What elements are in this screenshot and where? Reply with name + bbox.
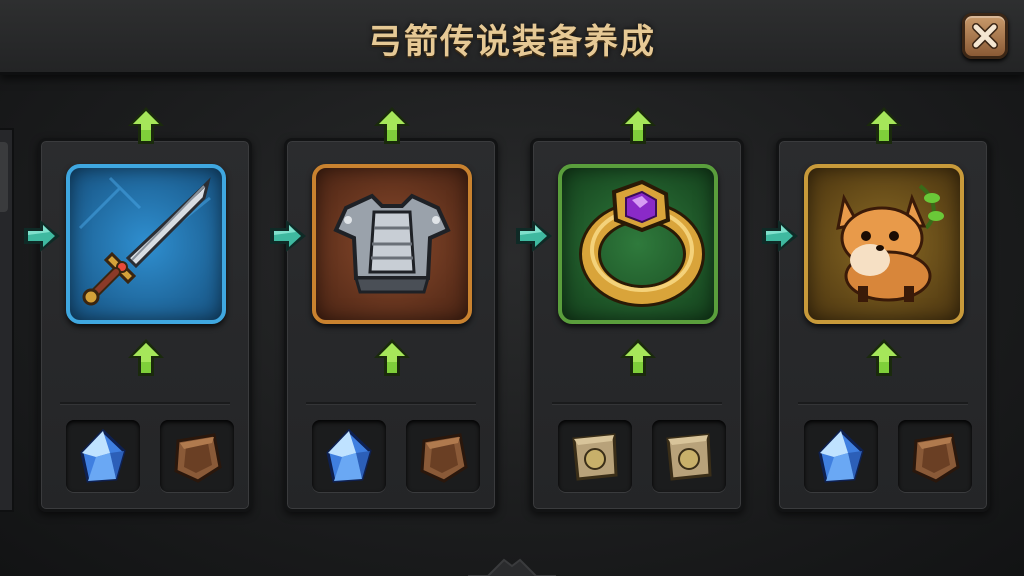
blue-crystal-icon <box>818 428 864 483</box>
next-arrow-icon <box>270 220 306 252</box>
upgrade-arrow-icon <box>620 107 656 144</box>
armor-icon <box>333 193 451 294</box>
armor-slot[interactable] <box>312 164 472 324</box>
tan-scroll-icon <box>572 433 618 481</box>
blue-crystal-icon <box>326 428 372 483</box>
upgrade-arrow-icon <box>866 107 902 144</box>
previous-page-tab[interactable] <box>0 128 14 512</box>
ring-icon <box>579 179 705 307</box>
upgrade-arrow-icon <box>866 339 902 376</box>
blue-crystal-icon <box>80 428 126 483</box>
ring-slot[interactable] <box>558 164 718 324</box>
brown-ore-icon <box>174 433 222 483</box>
material-slot[interactable] <box>652 420 726 492</box>
title-bar: 弓箭传说装备养成 <box>0 0 1024 75</box>
sword-slot[interactable] <box>66 164 226 324</box>
pet-slot[interactable] <box>804 164 964 324</box>
close-icon <box>972 23 998 49</box>
brown-ore-icon <box>420 433 468 483</box>
fox-pet-icon <box>836 184 944 302</box>
upgrade-arrow-icon <box>374 107 410 144</box>
bottom-notch <box>468 558 556 576</box>
material-slot[interactable] <box>898 420 972 492</box>
material-slot[interactable] <box>558 420 632 492</box>
tan-scroll-icon <box>666 433 712 481</box>
upgrade-arrow-icon <box>128 107 164 144</box>
material-slot[interactable] <box>804 420 878 492</box>
divider <box>306 402 476 404</box>
material-slot[interactable] <box>66 420 140 492</box>
material-slot[interactable] <box>160 420 234 492</box>
divider <box>552 402 722 404</box>
sword-icon <box>78 176 211 306</box>
material-slot[interactable] <box>406 420 480 492</box>
upgrade-arrow-icon <box>374 339 410 376</box>
next-arrow-icon <box>516 220 552 252</box>
upgrade-arrow-icon <box>128 339 164 376</box>
divider <box>798 402 968 404</box>
close-button[interactable] <box>962 13 1008 59</box>
brown-ore-icon <box>912 433 960 483</box>
page-title: 弓箭传说装备养成 <box>368 22 656 62</box>
next-arrow-icon <box>762 220 798 252</box>
upgrade-arrow-icon <box>620 339 656 376</box>
next-arrow-icon <box>24 220 60 252</box>
material-slot[interactable] <box>312 420 386 492</box>
divider <box>60 402 230 404</box>
